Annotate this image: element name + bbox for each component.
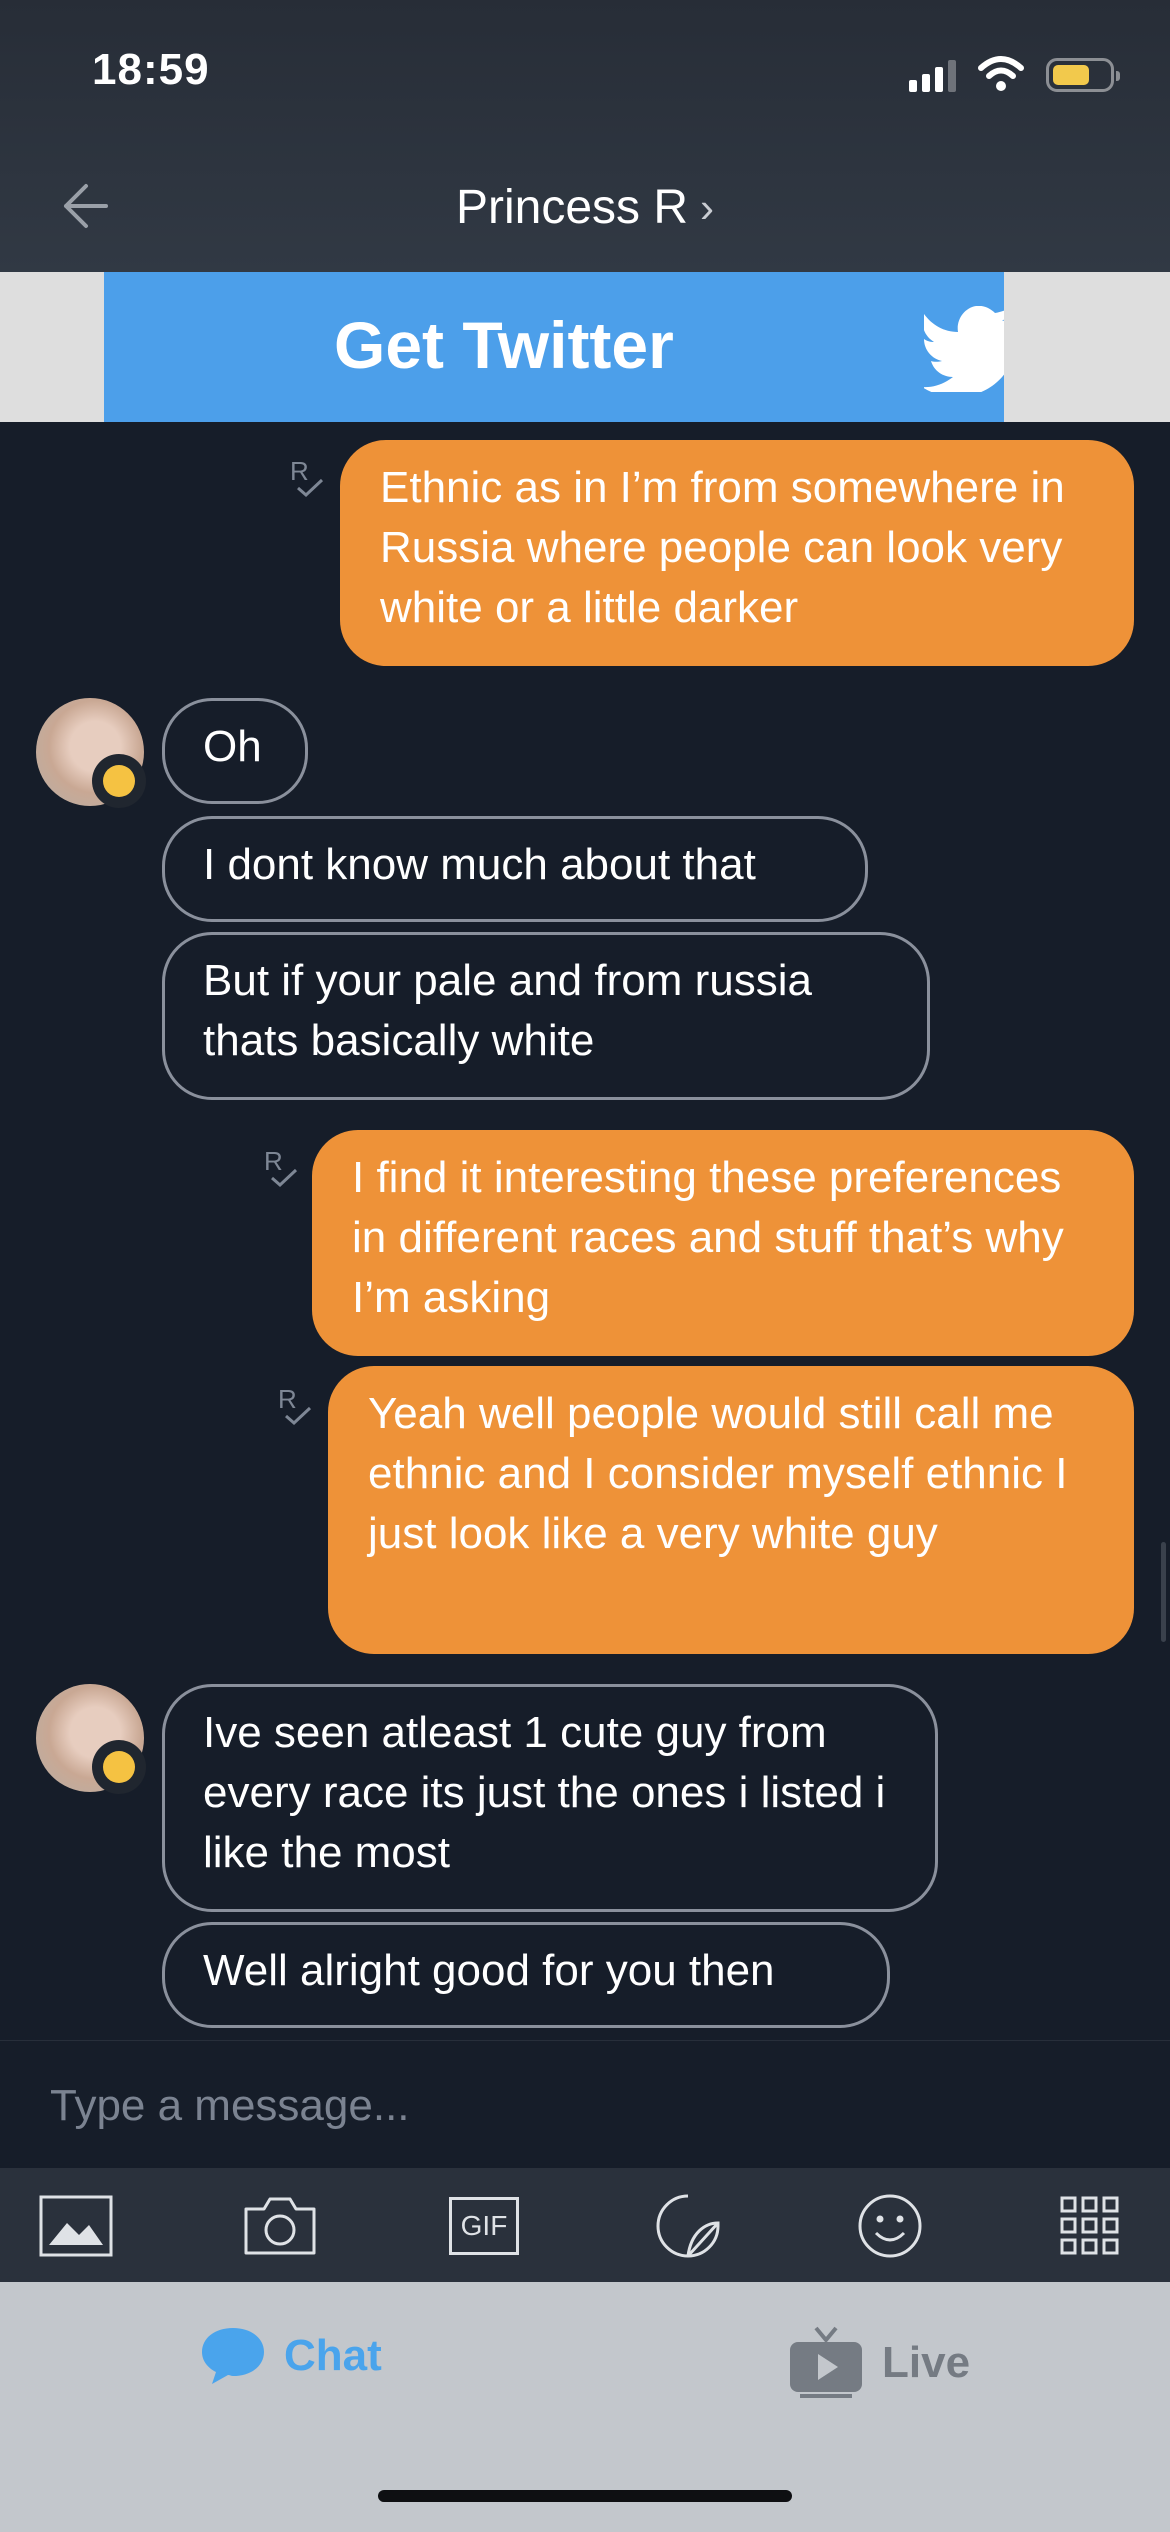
message-bubble-incoming[interactable]: Oh (162, 698, 308, 804)
chevron-right-icon: › (700, 183, 715, 231)
read-receipt-icon: R (278, 1384, 318, 1434)
twitter-bird-icon (924, 306, 1004, 392)
composer-toolbar: GIF (0, 2168, 1170, 2282)
home-indicator (378, 2490, 792, 2502)
signal-icon (909, 58, 956, 92)
sleepy-emoji-icon (92, 1740, 146, 1794)
tab-chat-label: Chat (284, 2331, 382, 2380)
ad-creative[interactable]: Get Twitter (104, 272, 1004, 422)
emoji-icon[interactable] (852, 2192, 928, 2260)
apps-grid-icon[interactable] (1052, 2192, 1128, 2260)
message-bubble-outgoing[interactable]: Ethnic as in I’m from somewhere in Russi… (340, 440, 1134, 666)
ad-text: Get Twitter (334, 308, 674, 382)
header-bar: 18:59 Princess R › (0, 0, 1170, 272)
tab-live-label: Live (882, 2338, 971, 2387)
message-bubble-incoming[interactable]: I dont know much about that (162, 816, 868, 922)
message-bubble-incoming[interactable]: Well alright good for you then (162, 1922, 890, 2028)
scrollbar[interactable] (1161, 1542, 1166, 1642)
wifi-icon (978, 56, 1024, 91)
contact-avatar[interactable] (36, 698, 166, 828)
message-input[interactable] (50, 2071, 1120, 2141)
status-icons (909, 52, 1120, 92)
read-receipt-icon: R (290, 456, 330, 506)
battery-icon (1046, 58, 1120, 92)
tab-chat[interactable]: Chat (200, 2326, 382, 2386)
camera-icon[interactable] (242, 2192, 318, 2260)
contact-name: Princess R (455, 181, 689, 234)
message-bubble-incoming[interactable]: Ive seen atleast 1 cute guy from every r… (162, 1684, 938, 1912)
message-bubble-incoming[interactable]: But if your pale and from russia thats b… (162, 932, 930, 1100)
message-composer (0, 2040, 1170, 2168)
tab-live[interactable]: Live (788, 2326, 970, 2400)
chat-bubble-icon (202, 2328, 264, 2384)
contact-avatar[interactable] (36, 1684, 166, 1814)
status-time: 18:59 (92, 45, 210, 94)
chat-title[interactable]: Princess R › (0, 180, 1170, 235)
ad-banner[interactable]: Get Twitter (0, 272, 1170, 422)
message-list[interactable]: R Ethnic as in I’m from somewhere in Rus… (0, 422, 1170, 2040)
sleepy-emoji-icon (92, 754, 146, 808)
read-receipt-icon: R (264, 1146, 304, 1196)
gif-icon[interactable]: GIF (446, 2192, 522, 2260)
tv-icon (790, 2326, 862, 2398)
sticker-icon[interactable] (650, 2192, 726, 2260)
image-icon[interactable] (38, 2192, 114, 2260)
message-bubble-outgoing[interactable]: I find it interesting these preferences … (312, 1130, 1134, 1356)
gif-label: GIF (449, 2197, 519, 2255)
message-bubble-outgoing[interactable]: Yeah well people would still call me eth… (328, 1366, 1134, 1654)
